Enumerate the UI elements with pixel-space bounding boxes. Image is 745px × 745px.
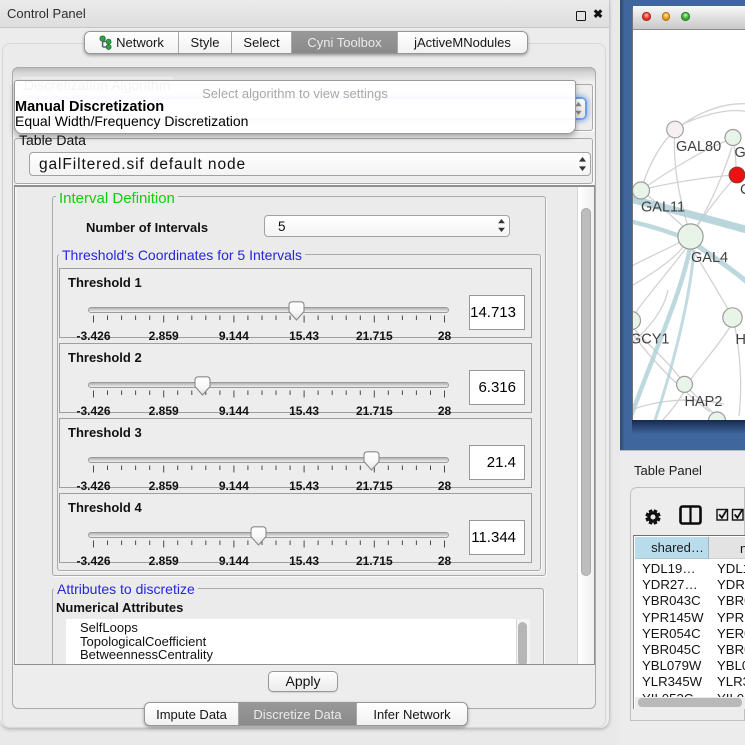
svg-text:GCY1: GCY1 <box>633 332 670 348</box>
svg-text:GAL4: GAL4 <box>691 250 728 266</box>
svg-text:GAL80: GAL80 <box>676 139 721 155</box>
svg-text:GA: GA <box>735 145 745 161</box>
svg-text:HAP2: HAP2 <box>685 394 723 410</box>
svg-text:GAL11: GAL11 <box>641 200 685 216</box>
svg-text:CD: CD <box>740 182 745 198</box>
svg-text:HA: HA <box>736 332 745 348</box>
